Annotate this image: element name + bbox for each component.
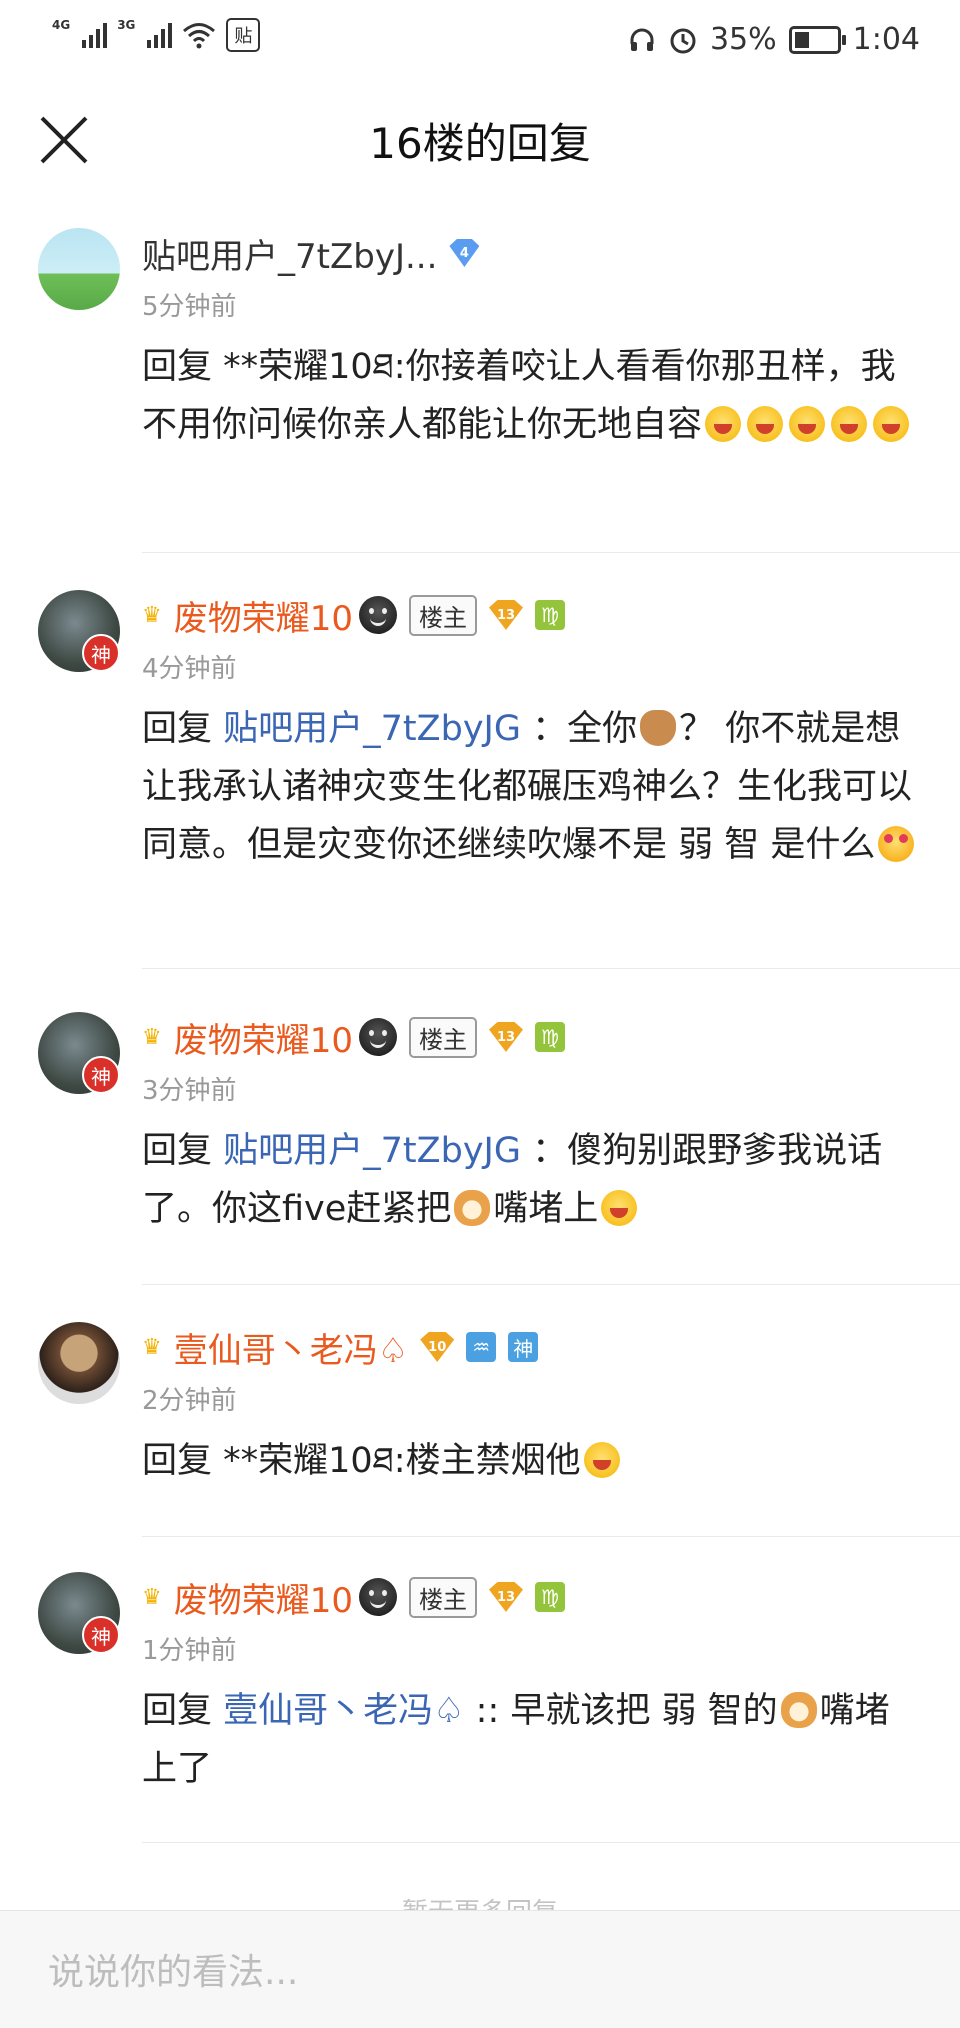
timestamp: 3分钟前: [142, 1076, 237, 1106]
page-title: 16楼的回复: [369, 119, 591, 168]
owner-badge: 楼主: [409, 594, 477, 636]
laugh-emoji-icon: [705, 406, 742, 442]
network-4g-label: 4G: [52, 18, 71, 32]
owner-badge: 楼主: [409, 1576, 477, 1618]
mention-link[interactable]: 贴吧用户_7tZbyJG: [223, 1131, 521, 1171]
smiley-icon: [359, 1018, 397, 1056]
name-row: ♛ 废物荣耀10 楼主 13 ♍: [142, 1012, 565, 1062]
laugh-emoji-icon: [873, 406, 910, 442]
reply-item: 神 ♛ 废物荣耀10 楼主 13 ♍ 1分钟前 回复 壹仙哥丶老冯♤ :: 早就…: [0, 1572, 960, 1832]
divider: [142, 1842, 960, 1843]
laugh-emoji-icon: [831, 406, 868, 442]
crown-icon: ♛: [142, 1584, 162, 1610]
reply-prefix: 回复: [142, 709, 224, 749]
reply-text: :: 早就该把 弱 智的: [464, 1691, 778, 1731]
divider: [142, 968, 960, 969]
reply-item: 神 ♛ 废物荣耀10 楼主 13 ♍ 3分钟前 回复 贴吧用户_7tZbyJG …: [0, 1012, 960, 1272]
owner-badge: 楼主: [409, 1016, 477, 1058]
username[interactable]: 壹仙哥丶老冯♤: [174, 1323, 408, 1372]
battery-level: [794, 31, 809, 48]
laugh-emoji-icon: [747, 406, 784, 442]
reply-item: ♛ 壹仙哥丶老冯♤ 10 ♒ 神 2分钟前 回复 **荣耀10ཐ:楼主禁烟他: [0, 1322, 960, 1522]
reply-prefix: 回复: [142, 1691, 224, 1731]
status-bar: 4G 3G 贴 35% 1:04: [0, 0, 960, 80]
timestamp: 1分钟前: [142, 1636, 237, 1666]
crown-icon: ♛: [142, 1334, 162, 1360]
mention-link[interactable]: 壹仙哥丶老冯♤: [223, 1691, 464, 1731]
avatar[interactable]: [38, 228, 120, 310]
battery-percent: 35%: [709, 22, 777, 57]
avatar[interactable]: [38, 1322, 120, 1404]
divider: [142, 1284, 960, 1285]
virgo-icon: ♍: [535, 600, 565, 630]
dog-emoji-icon: [454, 1190, 491, 1226]
name-row: ♛ 壹仙哥丶老冯♤ 10 ♒ 神: [142, 1322, 539, 1372]
reply-text: 回复 **荣耀10ཐ:楼主禁烟他: [142, 1441, 581, 1481]
level-badge: 13: [489, 1582, 523, 1612]
divider: [142, 552, 960, 553]
name-row: 贴吧用户_7tZbyJ... 4: [142, 228, 480, 278]
laugh-emoji-icon: [601, 1190, 638, 1226]
god-icon: 神: [508, 1332, 539, 1362]
smiley-icon: [359, 596, 397, 634]
virgo-icon: ♍: [535, 1582, 565, 1612]
reply-text-2: 嘴堵上: [493, 1189, 599, 1229]
name-row: ♛ 废物荣耀10 楼主 13 ♍: [142, 590, 565, 640]
level-badge: 13: [489, 1022, 523, 1052]
reply-content[interactable]: 回复 贴吧用户_7tZbyJG ：全你？ 你不就是想让我承认诸神灾变生化都碾压鸡…: [142, 700, 922, 874]
reply-content[interactable]: 回复 贴吧用户_7tZbyJG ：傻狗别跟野爹我说话了。你这five赶紧把 嘴堵上: [142, 1122, 922, 1238]
reply-prefix: 回复: [142, 1131, 224, 1171]
status-left: 4G 3G 贴: [52, 18, 261, 52]
timestamp: 5分钟前: [142, 292, 237, 322]
reply-text: ：全你: [520, 709, 638, 749]
clock: 1:04: [852, 22, 920, 57]
smiley-icon: [359, 1578, 397, 1616]
username[interactable]: 废物荣耀10: [174, 591, 353, 640]
divider: [142, 1536, 960, 1537]
timestamp: 2分钟前: [142, 1386, 237, 1416]
tieba-notify-icon: 贴: [226, 18, 261, 52]
crown-icon: ♛: [142, 602, 162, 628]
status-right: 35% 1:04: [628, 22, 920, 57]
laugh-emoji-icon: [789, 406, 826, 442]
love-emoji-icon: [878, 826, 915, 862]
network-3g-label: 3G: [117, 18, 136, 32]
crown-icon: ♛: [142, 1024, 162, 1050]
horse-emoji-icon: [640, 710, 677, 746]
reply-item: 贴吧用户_7tZbyJ... 4 5分钟前 回复 **荣耀10ཐ:你接着咬让人看…: [0, 228, 960, 548]
headphone-icon: [630, 28, 654, 51]
username[interactable]: 废物荣耀10: [174, 1013, 353, 1062]
timestamp: 4分钟前: [142, 654, 237, 684]
god-badge: 神: [82, 1056, 120, 1094]
level-badge: 10: [420, 1332, 455, 1362]
reply-content[interactable]: 回复 **荣耀10ཐ:你接着咬让人看看你那丑样，我不用你问候你亲人都能让你无地自…: [142, 338, 922, 454]
level-badge: 13: [489, 600, 523, 630]
wifi-icon: [183, 23, 216, 49]
god-badge: 神: [82, 1616, 120, 1654]
level-badge: 4: [449, 239, 480, 267]
reply-content[interactable]: 回复 壹仙哥丶老冯♤ :: 早就该把 弱 智的 嘴堵上了: [142, 1682, 922, 1798]
reply-item: 神 ♛ 废物荣耀10 楼主 13 ♍ 4分钟前 回复 贴吧用户_7tZbyJG …: [0, 590, 960, 950]
battery-icon: [788, 25, 846, 54]
god-badge: 神: [82, 634, 120, 672]
username[interactable]: 贴吧用户_7tZbyJ...: [142, 229, 437, 278]
aquarius-icon: ♒: [466, 1332, 497, 1362]
virgo-icon: ♍: [535, 1022, 565, 1052]
dog-emoji-icon: [780, 1692, 817, 1728]
alarm-icon: [670, 28, 696, 53]
signal-icon: [82, 22, 108, 48]
header: 16楼的回复: [0, 80, 960, 200]
name-row: ♛ 废物荣耀10 楼主 13 ♍: [142, 1572, 565, 1622]
reply-text: 回复 **荣耀10ཐ:你接着咬让人看看你那丑样，我不用你问候你亲人都能让你无地自…: [142, 347, 896, 445]
signal-icon-2: [147, 22, 173, 48]
comment-input[interactable]: [46, 1943, 910, 2001]
mention-link[interactable]: 贴吧用户_7tZbyJG: [223, 709, 521, 749]
comment-bar: [0, 1910, 960, 2028]
laugh-emoji-icon: [583, 1442, 620, 1478]
username[interactable]: 废物荣耀10: [174, 1573, 353, 1622]
reply-content[interactable]: 回复 **荣耀10ཐ:楼主禁烟他: [142, 1432, 922, 1490]
